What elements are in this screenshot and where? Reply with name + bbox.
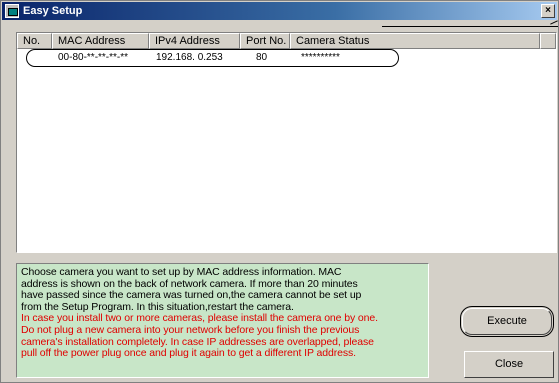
easy-setup-window: Easy Setup × No. MAC Address IPv4 Addres…	[0, 0, 559, 383]
window-title: Easy Setup	[23, 5, 83, 17]
callout-line	[382, 26, 558, 27]
column-header-no[interactable]: No.	[17, 33, 52, 49]
warning-line: pull off the power plug once and plug it…	[21, 347, 356, 360]
close-button[interactable]: Close	[464, 351, 554, 378]
column-header-mac-address[interactable]: MAC Address	[52, 33, 149, 49]
app-icon	[5, 4, 19, 18]
column-header-ipv4-address[interactable]: IPv4 Address	[149, 33, 240, 49]
list-header: No. MAC Address IPv4 Address Port No. Ca…	[17, 33, 556, 49]
execute-highlight-oval: Execute	[460, 306, 554, 337]
column-header-filler	[540, 33, 556, 49]
cell-no	[17, 50, 52, 66]
execute-button[interactable]: Execute	[462, 308, 552, 335]
callout-tick	[550, 20, 558, 25]
cell-camera-status: **********	[301, 52, 340, 63]
camera-list[interactable]: No. MAC Address IPv4 Address Port No. Ca…	[16, 32, 557, 253]
table-row[interactable]: 00-80-**-**-**-** 192.168. 0.253 80 ****…	[17, 50, 556, 66]
cell-mac-address: 00-80-**-**-**-**	[58, 52, 129, 63]
warning-line: Do not plug a new camera into your netwo…	[21, 323, 360, 336]
column-header-port-no[interactable]: Port No.	[240, 33, 290, 49]
title-bar[interactable]: Easy Setup ×	[2, 2, 557, 20]
cell-port-no: 80	[256, 52, 268, 63]
close-icon[interactable]: ×	[541, 4, 555, 18]
instructions-box: Choose camera you want to set up by MAC …	[16, 263, 429, 378]
column-header-camera-status[interactable]: Camera Status	[290, 33, 540, 49]
instruction-line: Choose camera you want to set up by MAC …	[21, 266, 342, 278]
cell-ipv4-address: 192.168. 0.253	[156, 52, 223, 63]
